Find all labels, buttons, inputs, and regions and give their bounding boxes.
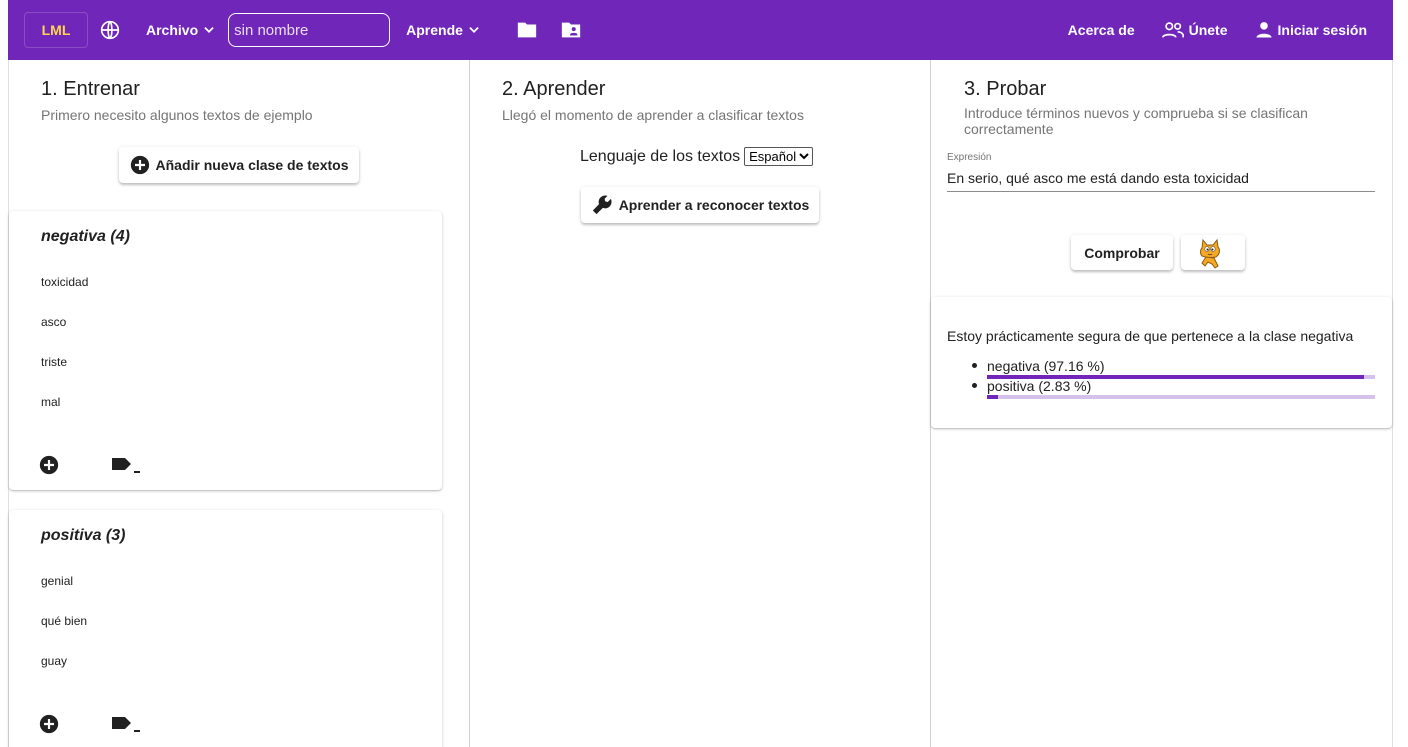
folder-icon[interactable] — [505, 10, 549, 50]
list-item[interactable]: guay — [41, 654, 67, 668]
test-title: 3. Probar — [964, 78, 1047, 100]
label-options-icon[interactable] — [111, 714, 141, 734]
list-item[interactable]: toxicidad — [41, 275, 88, 289]
add-example-icon[interactable] — [39, 455, 59, 475]
label-options-icon[interactable] — [111, 455, 141, 475]
result-item-negativa: negativa (97.16 %) — [972, 358, 1375, 379]
learn-column: 2. Aprender Llegó el momento de aprender… — [470, 60, 931, 747]
result-item-positiva: positiva (2.83 %) — [972, 378, 1375, 399]
learn-title: 2. Aprender — [502, 78, 606, 100]
shared-folder-icon[interactable] — [549, 10, 593, 50]
learn-menu-label: Aprende — [406, 22, 463, 38]
test-column: 3. Probar Introduce términos nuevos y co… — [931, 60, 1393, 747]
learn-button[interactable]: Aprender a reconocer textos — [581, 187, 819, 223]
project-name-input[interactable] — [228, 13, 391, 47]
chevron-down-icon — [469, 27, 479, 33]
learn-menu-button[interactable]: Aprende — [398, 12, 489, 48]
scratch-cat-button[interactable] — [1181, 235, 1245, 270]
result-card: Estoy prácticamente segura de que perten… — [931, 297, 1392, 428]
confidence-bar-track — [987, 395, 1375, 399]
bullet — [972, 383, 977, 388]
list-item[interactable]: mal — [41, 395, 60, 409]
wrench-icon — [592, 195, 612, 215]
train-title: 1. Entrenar — [41, 78, 140, 100]
person-icon — [1256, 22, 1272, 38]
expression-field-label: Expresión — [947, 152, 992, 163]
confidence-bar-fill — [987, 395, 998, 399]
group-icon — [1161, 22, 1184, 38]
list-item[interactable]: triste — [41, 355, 67, 369]
test-subtitle: Introduce términos nuevos y comprueba si… — [964, 105, 1308, 137]
expression-input[interactable]: En serio, qué asco me está dando esta to… — [947, 170, 1375, 192]
train-subtitle: Primero necesito algunos textos de ejemp… — [41, 107, 313, 123]
file-menu-label: Archivo — [146, 22, 199, 38]
join-link[interactable]: Únete — [1148, 12, 1241, 48]
language-label: Lenguaje de los textos — [580, 147, 741, 165]
result-summary: Estoy prácticamente segura de que perten… — [947, 328, 1354, 344]
class-title[interactable]: negativa (4) — [41, 228, 130, 246]
list-item[interactable]: asco — [41, 315, 66, 329]
add-class-button[interactable]: Añadir nueva clase de textos — [119, 147, 359, 183]
class-card-negativa: negativa (4) toxicidad asco triste mal — [9, 211, 442, 490]
bullet — [972, 363, 977, 368]
add-circle-icon — [130, 155, 149, 175]
result-label: negativa (97.16 %) — [987, 358, 1105, 374]
chevron-down-icon — [204, 27, 214, 33]
about-link[interactable]: Acerca de — [1055, 12, 1148, 48]
language-row: Lenguaje de los textos Español — [580, 147, 814, 166]
train-column: 1. Entrenar Primero necesito algunos tex… — [8, 60, 470, 747]
add-example-icon[interactable] — [39, 714, 59, 734]
scratch-cat-icon — [1200, 238, 1220, 269]
login-link[interactable]: Iniciar sesión — [1241, 12, 1393, 48]
class-title[interactable]: positiva (3) — [41, 527, 125, 545]
file-menu-button[interactable]: Archivo — [138, 12, 224, 48]
top-app-bar: LML Archivo Aprende Acerca de Únete Inic… — [8, 0, 1393, 60]
language-select[interactable]: Español — [744, 147, 814, 166]
learn-subtitle: Llegó el momento de aprender a clasifica… — [502, 107, 804, 123]
list-item[interactable]: qué bien — [41, 614, 87, 628]
class-card-positiva: positiva (3) genial qué bien guay — [9, 510, 442, 747]
globe-icon[interactable] — [98, 18, 122, 42]
list-item[interactable]: genial — [41, 574, 73, 588]
app-logo[interactable]: LML — [24, 12, 88, 48]
check-button[interactable]: Comprobar — [1071, 235, 1173, 270]
result-label: positiva (2.83 %) — [987, 378, 1092, 394]
